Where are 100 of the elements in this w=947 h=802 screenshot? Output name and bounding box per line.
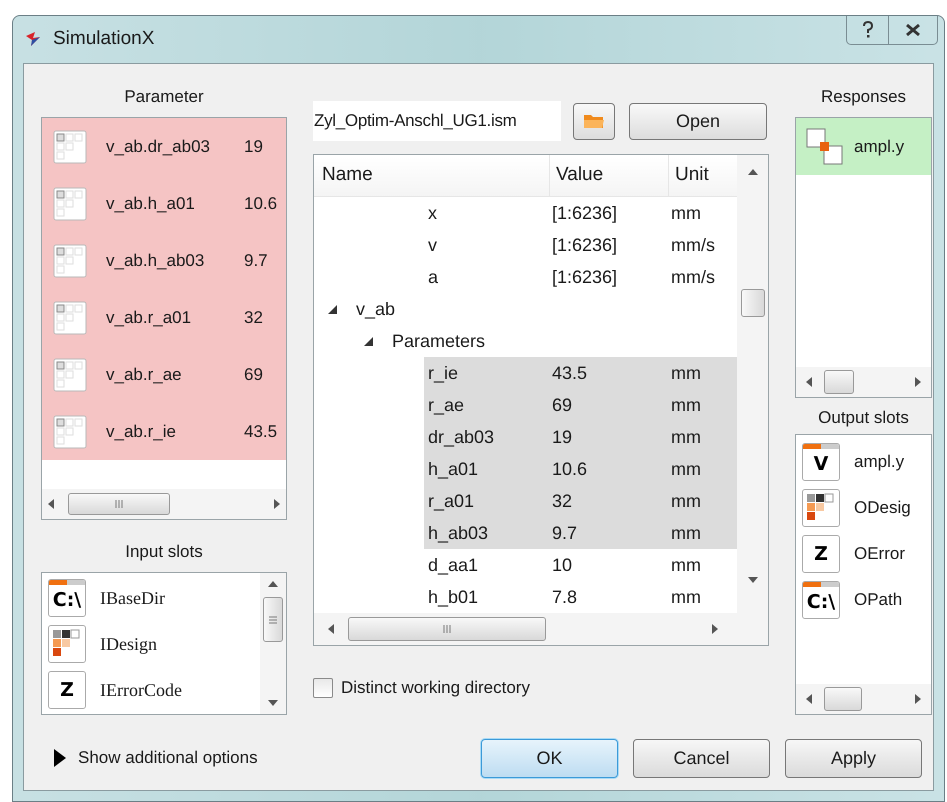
parameter-icon bbox=[53, 414, 87, 448]
parameter-item[interactable]: v_ab.r_ae 69 bbox=[42, 346, 286, 403]
tree-group[interactable]: v_ab bbox=[352, 293, 737, 325]
parameter-item[interactable]: v_ab.r_ie 43.5 bbox=[42, 403, 286, 460]
tree-row[interactable]: h_a01 10.6 mm bbox=[424, 453, 737, 485]
slot-item[interactable]: V ampl.y bbox=[796, 439, 931, 485]
parameter-item[interactable]: v_ab.r_a01 32 bbox=[42, 289, 286, 346]
scrollbar-thumb[interactable] bbox=[740, 289, 764, 317]
horizontal-scrollbar[interactable] bbox=[796, 367, 931, 397]
tree-row[interactable]: v [1:6236] mm/s bbox=[424, 229, 737, 261]
tree-name: r_ae bbox=[428, 394, 466, 416]
open-button[interactable]: Open bbox=[629, 102, 767, 140]
checkbox[interactable] bbox=[313, 678, 333, 698]
tree-name: a bbox=[428, 266, 440, 288]
column-header[interactable]: Name bbox=[314, 155, 550, 196]
tree-row[interactable]: r_ie 43.5 mm bbox=[424, 357, 737, 389]
scroll-left-icon[interactable] bbox=[328, 624, 334, 634]
dialog-button[interactable]: Cancel bbox=[633, 738, 770, 778]
parameter-value: 9.7 bbox=[244, 250, 268, 272]
column-header[interactable]: Value bbox=[550, 155, 669, 196]
section-label: Input slots bbox=[124, 541, 204, 563]
tree-value: 9.7 bbox=[551, 522, 578, 544]
tree-row[interactable]: x [1:6236] mm bbox=[424, 197, 737, 229]
design-grid-icon bbox=[48, 625, 86, 663]
tree-name: v_ab bbox=[356, 298, 396, 320]
tree-value: 19 bbox=[551, 426, 574, 448]
scrollbar-thumb[interactable] bbox=[824, 370, 854, 394]
design-grid-icon bbox=[802, 489, 840, 527]
vertical-scrollbar[interactable] bbox=[260, 573, 286, 714]
folder-icon bbox=[583, 112, 605, 130]
parameter-value: 43.5 bbox=[244, 420, 278, 443]
horizontal-scrollbar[interactable] bbox=[42, 489, 286, 519]
parameter-icon bbox=[53, 244, 87, 278]
scrollbar-thumb[interactable] bbox=[68, 493, 170, 515]
horizontal-scrollbar[interactable] bbox=[314, 613, 768, 645]
parameter-value: 10.6 bbox=[244, 192, 278, 215]
scrollbar-thumb[interactable] bbox=[263, 597, 283, 642]
parameter-name: v_ab.dr_ab03 bbox=[106, 136, 211, 158]
scroll-right-icon[interactable] bbox=[712, 624, 718, 634]
slot-item[interactable]: Z OError bbox=[796, 531, 931, 577]
tree-value: 69 bbox=[551, 394, 574, 416]
scroll-left-icon[interactable] bbox=[48, 499, 54, 509]
slot-name: IBaseDir bbox=[100, 586, 165, 610]
scroll-up-icon[interactable] bbox=[748, 169, 758, 175]
scrollbar-thumb[interactable] bbox=[824, 687, 862, 711]
parameter-icon bbox=[53, 300, 87, 334]
slot-item[interactable]: IDesign bbox=[42, 621, 260, 667]
tree-row[interactable]: r_ae 69 mm bbox=[424, 389, 737, 421]
parameter-item[interactable]: v_ab.dr_ab03 19 bbox=[42, 118, 286, 175]
tree-row[interactable]: h_ab03 9.7 mm bbox=[424, 517, 737, 549]
tree-value: [1:6236] bbox=[551, 234, 618, 257]
vertical-scrollbar[interactable] bbox=[737, 155, 768, 613]
parameter-item[interactable]: v_ab.h_ab03 9.7 bbox=[42, 232, 286, 289]
parameter-value: 32 bbox=[244, 306, 263, 329]
tree-row[interactable]: a [1:6236] mm/s bbox=[424, 261, 737, 293]
tree-unit: mm bbox=[670, 522, 701, 544]
grip-icon bbox=[269, 616, 277, 624]
value-icon: V bbox=[802, 443, 840, 481]
tree-row[interactable]: r_a01 32 mm bbox=[424, 485, 737, 517]
scroll-right-icon[interactable] bbox=[915, 694, 921, 704]
tree-row[interactable]: dr_ab03 19 mm bbox=[424, 421, 737, 453]
tree-value: [1:6236] bbox=[551, 266, 618, 289]
parameter-icon bbox=[53, 186, 87, 220]
slot-item[interactable]: ODesig bbox=[796, 485, 931, 531]
slot-name: OError bbox=[854, 543, 905, 566]
section-label: Output slots bbox=[817, 407, 910, 429]
tree-value: [1:6236] bbox=[551, 202, 618, 225]
scroll-right-icon[interactable] bbox=[274, 499, 280, 509]
scroll-left-icon[interactable] bbox=[806, 377, 812, 387]
response-item[interactable]: ampl.y bbox=[796, 118, 931, 175]
scroll-down-icon[interactable] bbox=[268, 700, 278, 706]
parameter-name: v_ab.r_ae bbox=[106, 364, 183, 386]
scroll-up-icon[interactable] bbox=[268, 581, 278, 587]
dialog-button[interactable]: Apply bbox=[785, 738, 922, 778]
tree-row[interactable]: h_b01 7.8 mm bbox=[424, 581, 737, 613]
browse-button[interactable] bbox=[573, 102, 615, 140]
horizontal-scrollbar[interactable] bbox=[796, 684, 931, 714]
expanded-arrow-icon[interactable] bbox=[364, 336, 373, 346]
tree-row[interactable]: d_aa1 10 mm bbox=[424, 549, 737, 581]
slot-name: ampl.y bbox=[854, 451, 904, 474]
dialog-button[interactable]: OK bbox=[481, 738, 618, 778]
slot-name: IDesign bbox=[100, 632, 157, 656]
expanded-arrow-icon[interactable] bbox=[328, 304, 337, 314]
slot-item[interactable]: C:\ IBaseDir bbox=[42, 575, 260, 621]
scroll-right-icon[interactable] bbox=[915, 377, 921, 387]
scroll-down-icon[interactable] bbox=[748, 577, 758, 583]
parameter-item[interactable]: v_ab.h_a01 10.6 bbox=[42, 175, 286, 232]
grip-icon bbox=[443, 625, 451, 633]
slot-item[interactable]: C:\ OPath bbox=[796, 577, 931, 623]
link-icon bbox=[806, 128, 844, 166]
scrollbar-thumb[interactable] bbox=[348, 617, 546, 641]
error-code-icon: Z bbox=[802, 535, 840, 573]
slot-item[interactable]: Z IErrorCode bbox=[42, 667, 260, 713]
tree-group[interactable]: Parameters bbox=[388, 325, 737, 357]
show-options-toggle[interactable]: Show additional options bbox=[54, 745, 258, 771]
tree-unit: mm bbox=[670, 202, 701, 224]
tree-name: dr_ab03 bbox=[428, 426, 496, 448]
tree-value: 32 bbox=[551, 490, 574, 512]
scroll-left-icon[interactable] bbox=[806, 694, 812, 704]
file-field[interactable]: Zyl_Optim-Anschl_UG1.ism bbox=[313, 101, 561, 141]
